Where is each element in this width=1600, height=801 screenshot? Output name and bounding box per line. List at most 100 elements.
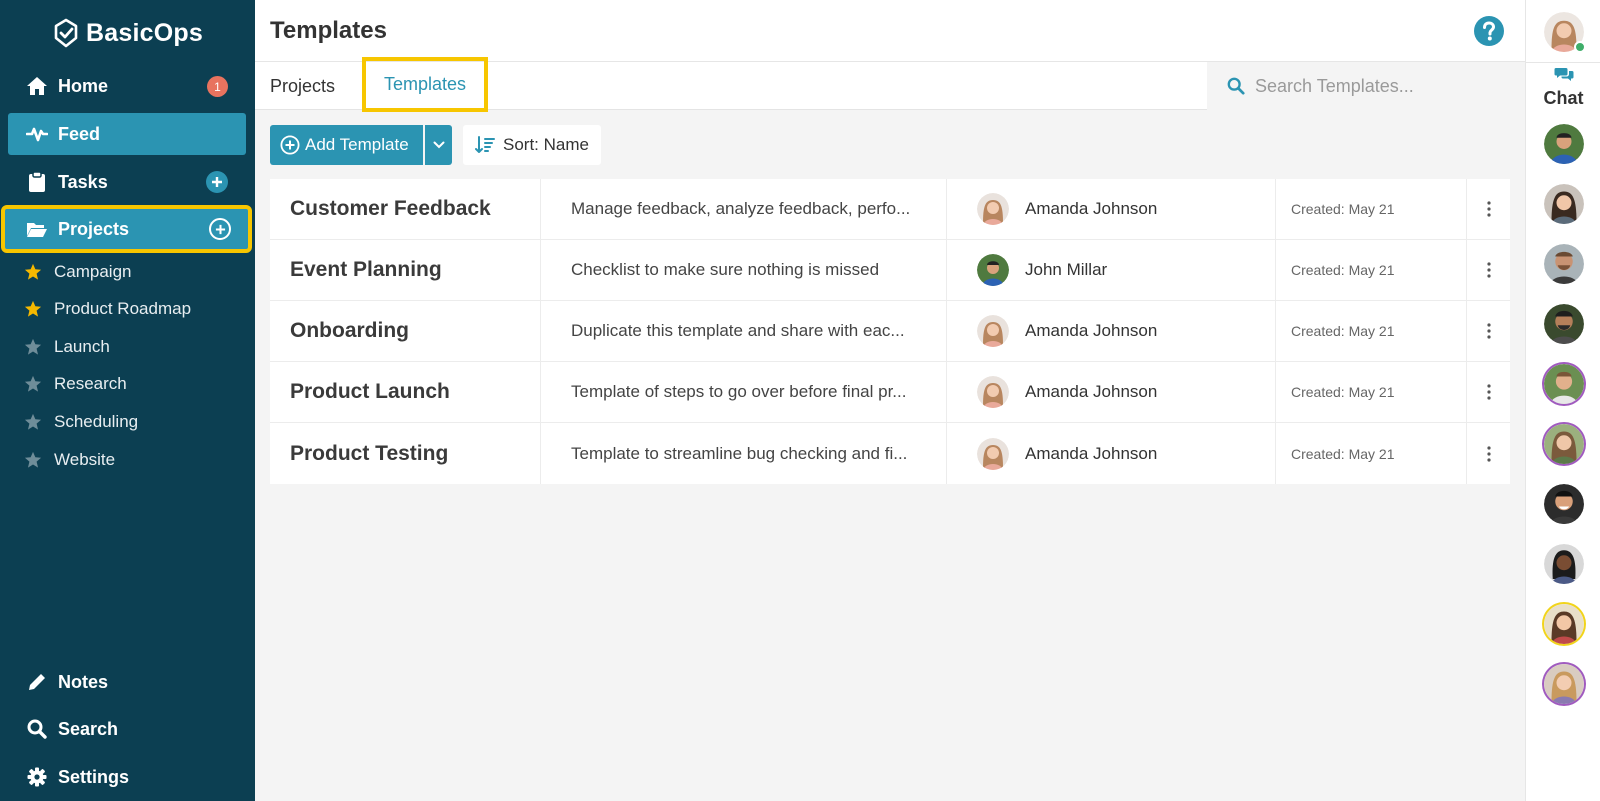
template-name[interactable]: Customer Feedback <box>270 179 541 239</box>
nav-feed-label: Feed <box>58 123 101 144</box>
avatar-amanda <box>977 437 1009 470</box>
plus-circle-icon <box>280 135 300 155</box>
star-icon[interactable] <box>24 451 42 469</box>
template-created: Created: May 21 <box>1276 362 1467 422</box>
table-row[interactable]: Onboarding Duplicate this template and s… <box>270 301 1510 362</box>
owner-name: John Millar <box>1025 260 1108 279</box>
basicops-logo-icon <box>54 18 78 48</box>
nav-projects[interactable]: Projects <box>1 205 252 253</box>
row-menu-button[interactable] <box>1467 362 1510 422</box>
team-avatar[interactable] <box>1544 304 1584 344</box>
team-avatar[interactable] <box>1544 184 1584 224</box>
avatar-amanda <box>977 315 1009 347</box>
nav-notes-label: Notes <box>58 671 109 692</box>
plus-icon <box>212 177 222 187</box>
star-icon[interactable] <box>24 413 42 431</box>
table-row[interactable]: Event Planning Checklist to make sure no… <box>270 240 1510 301</box>
divider <box>1526 62 1600 63</box>
star-icon[interactable] <box>24 375 42 393</box>
tab-projects[interactable]: Projects <box>270 62 335 110</box>
star-icon[interactable] <box>24 338 42 356</box>
add-task-button[interactable] <box>206 171 228 193</box>
avatar-amanda <box>977 193 1009 225</box>
project-item-label: Scheduling <box>54 412 139 431</box>
template-created: Created: May 21 <box>1276 240 1467 300</box>
team-avatar[interactable] <box>1544 424 1584 464</box>
search-icon <box>26 718 48 740</box>
nav-notes[interactable]: Notes <box>8 661 246 703</box>
clipboard-icon <box>26 171 48 193</box>
row-menu-button[interactable] <box>1467 423 1510 484</box>
owner-name: Amanda Johnson <box>1025 443 1158 463</box>
template-name[interactable]: Onboarding <box>270 301 541 361</box>
question-circle-icon[interactable] <box>1473 15 1505 47</box>
template-name[interactable]: Product Testing <box>270 423 541 484</box>
sidebar: BasicOps Home 1 Feed Tasks Projects Camp… <box>0 0 255 801</box>
template-owner: John Millar <box>947 240 1276 300</box>
template-name[interactable]: Product Launch <box>270 362 541 422</box>
tab-templates[interactable]: Templates <box>362 57 489 112</box>
search-icon <box>1227 77 1245 95</box>
team-avatar[interactable] <box>1544 664 1584 704</box>
tab-bar: Projects Templates <box>255 57 1525 112</box>
folder-open-icon <box>26 218 48 240</box>
project-item-research[interactable]: Research <box>24 370 127 398</box>
team-avatar[interactable] <box>1544 364 1584 404</box>
sort-button[interactable]: Sort: Name <box>463 125 601 165</box>
page-title: Templates <box>270 17 387 44</box>
project-item-website[interactable]: Website <box>24 446 115 474</box>
search-input[interactable] <box>1255 75 1515 97</box>
table-row[interactable]: Product Testing Template to streamline b… <box>270 423 1510 484</box>
owner-name: Amanda Johnson <box>1025 382 1158 401</box>
gear-icon <box>26 766 48 788</box>
chat-bubbles-icon <box>1554 68 1573 81</box>
owner-name: Amanda Johnson <box>1025 199 1158 218</box>
row-menu-button[interactable] <box>1467 179 1510 239</box>
chat-button[interactable]: Chat <box>1526 66 1600 109</box>
nav-search[interactable]: Search <box>8 708 246 750</box>
row-menu-button[interactable] <box>1467 240 1510 300</box>
template-owner: Amanda Johnson <box>947 423 1276 484</box>
search-box[interactable] <box>1207 62 1525 110</box>
star-filled-icon[interactable] <box>24 263 42 281</box>
team-avatar[interactable] <box>1544 244 1584 284</box>
star-filled-icon[interactable] <box>24 300 42 318</box>
table-row[interactable]: Product Launch Template of steps to go o… <box>270 362 1510 423</box>
template-name[interactable]: Event Planning <box>270 240 541 300</box>
row-menu-button[interactable] <box>1467 301 1510 361</box>
template-description-text: Template of steps to go over before fina… <box>571 382 907 401</box>
project-item-launch[interactable]: Launch <box>24 333 110 361</box>
template-description-text: Template to streamline bug checking and … <box>571 443 908 463</box>
templates-table: Customer Feedback Manage feedback, analy… <box>270 179 1510 484</box>
add-project-button[interactable] <box>209 218 231 240</box>
chevron-down-icon <box>433 141 444 149</box>
template-owner: Amanda Johnson <box>947 179 1276 239</box>
project-item-scheduling[interactable]: Scheduling <box>24 408 138 436</box>
project-item-campaign[interactable]: Campaign <box>24 258 132 286</box>
project-item-product-roadmap[interactable]: Product Roadmap <box>24 295 191 323</box>
more-vertical-icon <box>1486 262 1491 278</box>
template-owner: Amanda Johnson <box>947 362 1276 422</box>
table-row[interactable]: Customer Feedback Manage feedback, analy… <box>270 179 1510 240</box>
more-vertical-icon <box>1486 323 1491 339</box>
template-owner: Amanda Johnson <box>947 301 1276 361</box>
pencil-icon <box>26 671 48 693</box>
team-avatar[interactable] <box>1544 124 1584 164</box>
nav-settings[interactable]: Settings <box>8 756 246 798</box>
team-avatar[interactable] <box>1544 544 1584 584</box>
chat-label: Chat <box>1543 88 1584 108</box>
project-item-label: Research <box>54 374 127 393</box>
nav-feed[interactable]: Feed <box>8 113 246 155</box>
nav-search-label: Search <box>58 718 119 739</box>
project-item-label: Campaign <box>54 262 132 281</box>
team-avatar[interactable] <box>1544 484 1584 524</box>
more-vertical-icon <box>1486 201 1491 217</box>
nav-home[interactable]: Home 1 <box>8 65 246 107</box>
template-created: Created: May 21 <box>1276 423 1467 484</box>
add-template-dropdown[interactable] <box>425 125 452 165</box>
brand-logo[interactable]: BasicOps <box>52 16 203 50</box>
team-avatar[interactable] <box>1544 604 1584 644</box>
add-template-button[interactable]: Add Template <box>270 125 423 165</box>
nav-tasks[interactable]: Tasks <box>8 161 246 203</box>
current-user-avatar[interactable] <box>1544 12 1586 53</box>
